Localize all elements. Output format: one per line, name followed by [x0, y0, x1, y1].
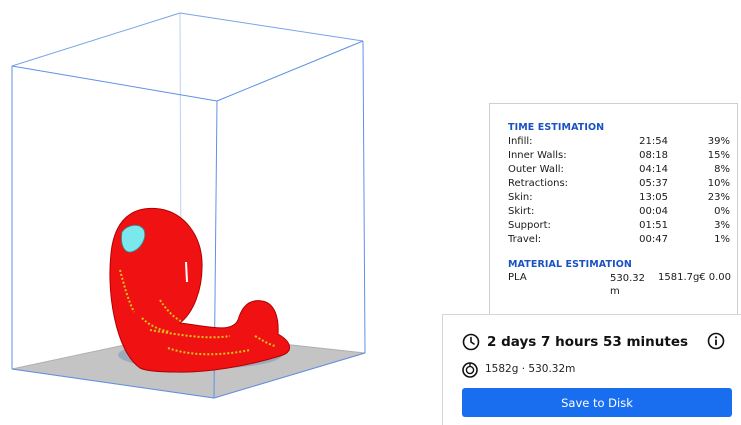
- time-row-percent: 10%: [707, 178, 730, 189]
- material-estimation-title: MATERIAL ESTIMATION: [508, 259, 632, 270]
- save-to-disk-button[interactable]: Save to Disk: [462, 388, 732, 417]
- time-row-time: 01:51: [639, 220, 668, 231]
- time-row-percent: 15%: [707, 150, 730, 161]
- time-row-label: Inner Walls:: [508, 150, 567, 161]
- sliced-model[interactable]: [109, 207, 290, 373]
- time-row-time: 13:05: [639, 192, 668, 203]
- time-row-label: Retractions:: [508, 178, 569, 189]
- time-estimation-title: TIME ESTIMATION: [508, 122, 605, 133]
- time-row-time: 08:18: [639, 150, 668, 161]
- time-row-percent: 23%: [707, 192, 730, 203]
- material-length: 530.32 m: [610, 273, 645, 297]
- time-row-time: 00:04: [639, 206, 668, 217]
- time-row-infill: Infill: 21:54 39%: [508, 135, 730, 148]
- time-row-time: 04:14: [639, 164, 668, 175]
- time-row-retractions: Retractions: 05:37 10%: [508, 177, 730, 190]
- time-row-label: Skin:: [508, 192, 533, 203]
- spool-icon: [462, 362, 478, 378]
- time-row-inner-walls: Inner Walls: 08:18 15%: [508, 149, 730, 162]
- time-row-support: Support: 01:51 3%: [508, 219, 730, 232]
- time-row-outer-wall: Outer Wall: 04:14 8%: [508, 163, 730, 176]
- material-cost: € 0.00: [699, 272, 731, 283]
- time-row-time: 00:47: [639, 234, 668, 245]
- print-summary-panel: 2 days 7 hours 53 minutes 1582g · 530.32…: [442, 314, 741, 425]
- material-summary: 1582g · 530.32m: [485, 363, 576, 375]
- total-print-time: 2 days 7 hours 53 minutes: [487, 334, 689, 350]
- time-row-time: 05:37: [639, 178, 668, 189]
- time-row-label: Infill:: [508, 136, 533, 147]
- time-row-percent: 39%: [707, 136, 730, 147]
- estimation-details-popup: TIME ESTIMATION Infill: 21:54 39% Inner …: [489, 103, 738, 315]
- material-name: PLA: [508, 272, 527, 283]
- time-row-label: Outer Wall:: [508, 164, 564, 175]
- info-icon[interactable]: [707, 332, 725, 350]
- time-row-time: 21:54: [639, 136, 668, 147]
- time-row-label: Skirt:: [508, 206, 535, 217]
- time-row-percent: 1%: [714, 234, 730, 245]
- time-row-percent: 8%: [714, 164, 730, 175]
- time-row-skin: Skin: 13:05 23%: [508, 191, 730, 204]
- time-row-label: Travel:: [508, 234, 542, 245]
- time-row-travel: Travel: 00:47 1%: [508, 233, 730, 246]
- time-row-percent: 3%: [714, 220, 730, 231]
- time-row-percent: 0%: [714, 206, 730, 217]
- time-row-skirt: Skirt: 00:04 0%: [508, 205, 730, 218]
- clock-icon: [462, 333, 480, 351]
- material-weight: 1581.7g: [658, 272, 700, 283]
- time-row-label: Support:: [508, 220, 551, 231]
